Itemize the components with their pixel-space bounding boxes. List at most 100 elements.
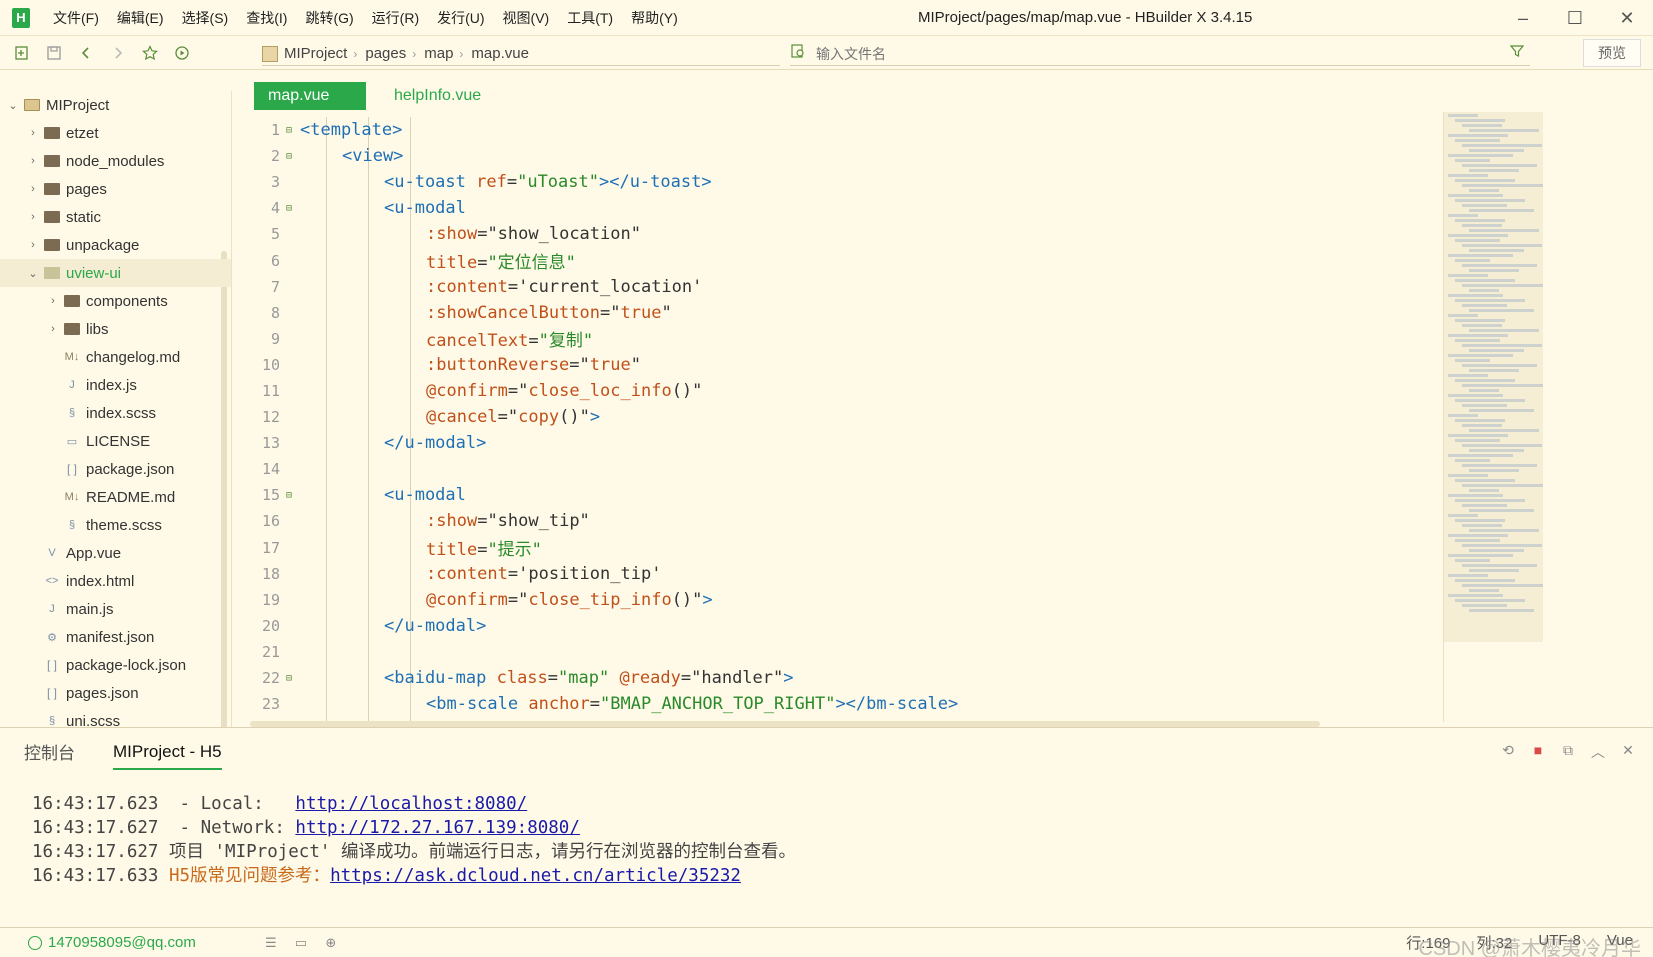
tree-item[interactable]: ▭ LICENSE — [0, 427, 231, 455]
tree-item[interactable]: [ ] package-lock.json — [0, 651, 231, 679]
bookmark-star-icon[interactable] — [140, 43, 160, 63]
menu-item[interactable]: 跳转(G) — [296, 8, 362, 28]
chevron-down-icon[interactable]: ⌄ — [6, 99, 20, 112]
minimize-icon[interactable]: – — [1497, 0, 1549, 36]
tree-item[interactable]: [ ] pages.json — [0, 679, 231, 707]
menu-item[interactable]: 发行(U) — [428, 8, 493, 28]
code-line[interactable]: 22 ⊟ <baidu-map class="map" @ready="handle… — [240, 665, 1543, 691]
chevron-right-icon[interactable]: › — [46, 295, 60, 307]
tree-item[interactable]: Jmain.js — [0, 595, 231, 623]
tree-item[interactable]: § theme.scss — [0, 511, 231, 539]
console-link[interactable]: http://localhost:8080/ — [295, 794, 527, 814]
chevron-right-icon[interactable]: › — [26, 183, 40, 195]
code-line[interactable]: 12 @cancel="copy()"> — [240, 404, 1543, 430]
code-line[interactable]: 10:buttonReverse="true" — [240, 352, 1543, 378]
file-search-input[interactable] — [816, 45, 1456, 62]
filter-icon[interactable] — [1509, 44, 1525, 63]
code-line[interactable]: 11 @confirm="close_loc_info()" — [240, 378, 1543, 404]
chevron-right-icon[interactable]: › — [26, 211, 40, 223]
breadcrumb-item[interactable]: pages — [365, 45, 406, 62]
tree-item[interactable]: › static — [0, 203, 231, 231]
preview-button[interactable]: 预览 — [1583, 39, 1641, 67]
restart-icon[interactable]: ⟲ — [1493, 742, 1523, 762]
code-line[interactable]: 4 ⊟ <u-modal — [240, 195, 1543, 221]
account-status[interactable]: 1470958095@qq.com — [28, 934, 196, 951]
tree-item[interactable]: § index.scss — [0, 399, 231, 427]
chevron-right-icon[interactable]: › — [26, 127, 40, 139]
console-link[interactable]: http://172.27.167.139:8080/ — [295, 818, 579, 838]
code-line[interactable]: 21 — [240, 639, 1543, 665]
minimap-viewport[interactable] — [1444, 112, 1543, 642]
menu-item[interactable]: 工具(T) — [558, 8, 622, 28]
terminal-icon[interactable]: ▭ — [286, 935, 316, 951]
menu-item[interactable]: 视图(V) — [494, 8, 559, 28]
tree-item[interactable]: › node_modules — [0, 147, 231, 175]
breadcrumb-item[interactable]: map.vue — [471, 45, 529, 62]
code-line[interactable]: 9 cancelText="复制" — [240, 326, 1543, 352]
tab-console[interactable]: 控制台 — [24, 739, 75, 770]
breadcrumb-item[interactable]: map — [424, 45, 453, 62]
back-icon[interactable] — [76, 43, 96, 63]
tree-item[interactable]: › components — [0, 287, 231, 315]
fold-toggle-icon[interactable]: ⊟ — [280, 151, 298, 162]
tree-item[interactable]: [ ] package.json — [0, 455, 231, 483]
code-line[interactable]: 17 title="提示" — [240, 535, 1543, 561]
code-line[interactable]: 23 <bm-scale anchor="BMAP_ANCHOR_TOP_RIGH… — [240, 691, 1543, 717]
console-link[interactable]: https://ask.dcloud.net.cn/article/35232 — [330, 866, 741, 886]
menu-item[interactable]: 运行(R) — [363, 8, 428, 28]
open-external-icon[interactable]: ⧉ — [1553, 742, 1583, 762]
code-line[interactable]: 14 — [240, 456, 1543, 482]
tree-item[interactable]: M↓ changelog.md — [0, 343, 231, 371]
tree-item[interactable]: V App.vue — [0, 539, 231, 567]
code-line[interactable]: 13 </u-modal> — [240, 430, 1543, 456]
tab-miproject-h5[interactable]: MIProject - H5 — [113, 742, 222, 770]
menu-item[interactable]: 帮助(Y) — [622, 8, 687, 28]
code-line[interactable]: 16:show="show_tip" — [240, 508, 1543, 534]
fold-toggle-icon[interactable]: ⊟ — [280, 673, 298, 684]
tree-item[interactable]: › etzet — [0, 119, 231, 147]
tree-item[interactable]: › libs — [0, 315, 231, 343]
code-area[interactable]: 1 ⊟ <template> 2 ⊟ <view> 3 <u-toast ref="uToas… — [240, 117, 1543, 727]
code-line[interactable]: 18:content='position_tip' — [240, 561, 1543, 587]
code-line[interactable]: 6 title="定位信息" — [240, 247, 1543, 274]
menu-item[interactable]: 查找(I) — [237, 8, 296, 28]
code-line[interactable]: 2 ⊟ <view> — [240, 143, 1543, 169]
fold-toggle-icon[interactable]: ⊟ — [280, 203, 298, 214]
code-line[interactable]: 15 ⊟ <u-modal — [240, 482, 1543, 508]
code-line[interactable]: 5:show="show_location" — [240, 221, 1543, 247]
tree-item[interactable]: § uni.scss — [0, 707, 231, 728]
close-icon[interactable]: ✕ — [1601, 0, 1653, 36]
forward-icon[interactable] — [108, 43, 128, 63]
chevron-right-icon[interactable]: › — [26, 155, 40, 167]
list-icon[interactable]: ☰ — [256, 935, 286, 951]
fold-toggle-icon[interactable]: ⊟ — [280, 125, 298, 136]
collapse-panel-icon[interactable]: ︿ — [1583, 742, 1613, 762]
code-line[interactable]: 3 <u-toast ref="uToast"></u-toast> — [240, 169, 1543, 195]
breadcrumb-item[interactable]: MIProject — [284, 45, 347, 62]
tree-item[interactable]: <> index.html — [0, 567, 231, 595]
clear-console-icon[interactable]: ✕ — [1613, 742, 1643, 762]
menu-item[interactable]: 选择(S) — [173, 8, 238, 28]
tree-item[interactable]: Jindex.js — [0, 371, 231, 399]
menu-item[interactable]: 文件(F) — [44, 8, 108, 28]
code-line[interactable]: 19 @confirm="close_tip_info()"> — [240, 587, 1543, 613]
code-line[interactable]: 20 </u-modal> — [240, 613, 1543, 639]
code-line[interactable]: 1 ⊟ <template> — [240, 117, 1543, 143]
stop-icon[interactable]: ■ — [1523, 742, 1553, 762]
maximize-icon[interactable]: ☐ — [1549, 0, 1601, 36]
fold-toggle-icon[interactable]: ⊟ — [280, 490, 298, 501]
chevron-right-icon[interactable]: › — [26, 239, 40, 251]
code-line[interactable]: 7:content='current_location' — [240, 274, 1543, 300]
tree-item[interactable]: › unpackage — [0, 231, 231, 259]
globe-icon[interactable]: ⊕ — [316, 935, 346, 951]
menu-item[interactable]: 编辑(E) — [108, 8, 173, 28]
tree-item[interactable]: › pages — [0, 175, 231, 203]
code-line[interactable]: 8:showCancelButton="true" — [240, 300, 1543, 326]
chevron-right-icon[interactable]: › — [46, 323, 60, 335]
tree-item[interactable]: ⌄ MIProject — [0, 91, 231, 119]
tree-item[interactable]: ⚙ manifest.json — [0, 623, 231, 651]
minimap[interactable] — [1443, 112, 1543, 722]
new-file-icon[interactable] — [12, 43, 32, 63]
chevron-down-icon[interactable]: ⌄ — [26, 267, 40, 280]
editor-tab[interactable]: helpInfo.vue — [380, 82, 495, 110]
